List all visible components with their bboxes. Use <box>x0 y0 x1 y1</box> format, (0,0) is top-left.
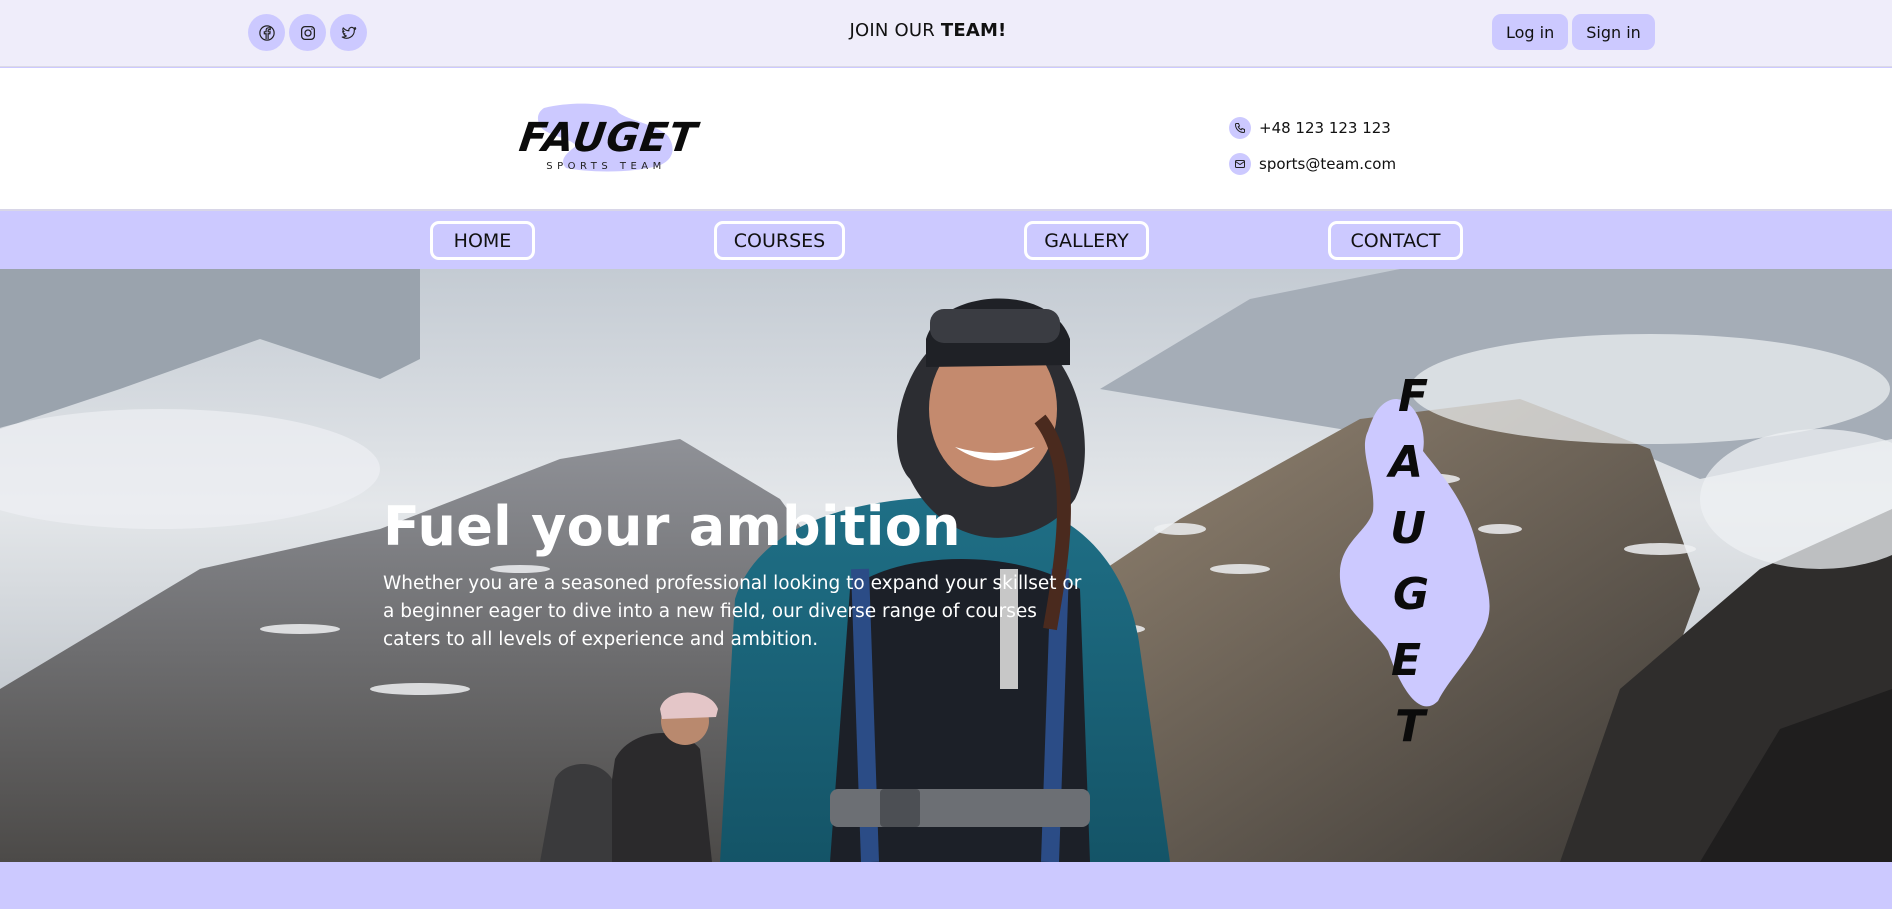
email-address[interactable]: sports@team.com <box>1259 155 1396 173</box>
hero-title: Fuel your ambition <box>383 495 961 558</box>
nav-home[interactable]: HOME <box>430 221 535 260</box>
phone-icon <box>1229 117 1251 139</box>
contact-info: +48 123 123 123 sports@team.com <box>1229 110 1396 182</box>
nav-contact[interactable]: CONTACT <box>1328 221 1463 260</box>
email-row: sports@team.com <box>1229 146 1396 182</box>
main-nav: HOME COURSES GALLERY CONTACT <box>0 212 1892 269</box>
auth-buttons: Log in Sign in <box>1492 14 1655 50</box>
nav-courses[interactable]: COURSES <box>714 221 845 260</box>
phone-number[interactable]: +48 123 123 123 <box>1259 119 1391 137</box>
logo-subtext: SPORTS TEAM <box>546 161 666 172</box>
vertical-logo-letter: T <box>1395 701 1428 752</box>
vertical-logo-letter: F <box>1398 371 1428 422</box>
site-logo[interactable]: FAUGET SPORTS TEAM <box>506 98 706 180</box>
mail-icon <box>1229 153 1251 175</box>
hero-background-image <box>0 269 1892 862</box>
bottom-strip <box>0 862 1892 909</box>
hero-section: Fuel your ambition Whether you are a sea… <box>0 269 1892 862</box>
vertical-logo-letter: E <box>1391 635 1421 686</box>
hero-description: Whether you are a seasoned professional … <box>383 573 1082 650</box>
logo-wordmark: FAUGET <box>517 115 703 161</box>
top-bar: JOIN OUR TEAM! Log in Sign in <box>0 0 1892 67</box>
site-header: FAUGET SPORTS TEAM +48 123 123 123 sport… <box>0 68 1892 211</box>
vertical-logo-letter: U <box>1390 503 1426 554</box>
join-emphasis: TEAM! <box>940 20 1007 41</box>
vertical-logo: FAUGET <box>1339 371 1490 752</box>
login-button[interactable]: Log in <box>1492 14 1569 50</box>
vertical-logo-letter: G <box>1393 569 1429 620</box>
signin-button[interactable]: Sign in <box>1572 14 1655 50</box>
vertical-logo-letter: A <box>1386 437 1423 488</box>
nav-gallery[interactable]: GALLERY <box>1024 221 1149 260</box>
phone-row: +48 123 123 123 <box>1229 110 1396 146</box>
join-prefix: JOIN OUR <box>849 20 935 41</box>
